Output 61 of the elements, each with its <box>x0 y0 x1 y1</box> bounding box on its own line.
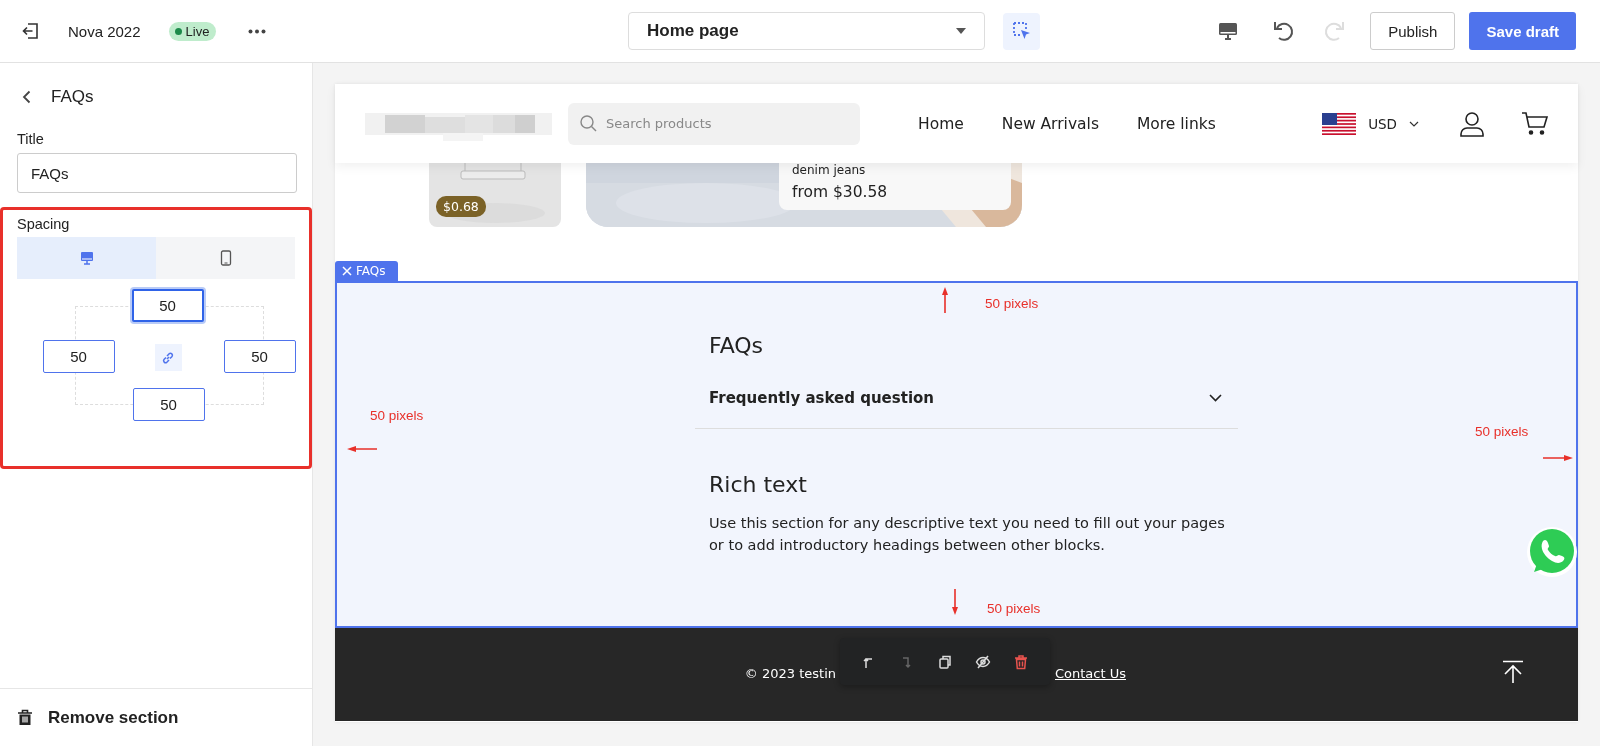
nav-link[interactable]: New Arrivals <box>1001 114 1099 133</box>
user-icon[interactable] <box>1459 110 1485 137</box>
spacing-right-field[interactable]: 50 <box>223 340 296 373</box>
hide-icon[interactable] <box>975 653 991 670</box>
flag-icon <box>1322 112 1357 135</box>
annotation-text: 50 pixels <box>370 408 424 423</box>
annotation-text: 50 pixels <box>985 296 1039 311</box>
more-icon[interactable] <box>248 28 267 34</box>
cart-icon[interactable] <box>1521 111 1548 136</box>
contact-link[interactable]: Contact Us <box>1055 666 1126 681</box>
product-name: denim jeans <box>792 163 867 177</box>
section-tag[interactable]: FAQs <box>335 261 398 281</box>
panel-title: FAQs <box>51 87 94 107</box>
search-icon <box>580 115 597 132</box>
spacing-label: Spacing <box>17 215 71 234</box>
arrow-icon <box>1543 455 1573 461</box>
trash-icon <box>17 709 33 726</box>
copy-icon[interactable] <box>937 653 953 670</box>
rich-text-paragraph: Use this section for any descriptive text you need to fill out your pages or to add introductory headings between other blocks. <box>709 514 1226 555</box>
currency-select[interactable]: USD <box>1322 112 1419 135</box>
chevron-down-icon <box>1409 120 1419 127</box>
status-badge: Live <box>168 21 217 41</box>
faq-question[interactable]: Frequently asked question <box>695 368 1238 429</box>
title-label: Title <box>16 130 45 149</box>
spacing-left-field[interactable]: 50 <box>42 340 115 373</box>
arrow-icon <box>952 589 958 615</box>
copyright-text: © 2023 testin <box>744 666 836 681</box>
arrow-icon <box>942 287 948 313</box>
select-tool-button[interactable] <box>1003 12 1040 50</box>
faq-heading: FAQs <box>709 333 764 358</box>
trash-icon[interactable] <box>1013 653 1029 670</box>
save-draft-button[interactable]: Save draft <box>1469 12 1576 50</box>
back-icon[interactable] <box>22 90 31 104</box>
link-button[interactable] <box>154 344 182 371</box>
exit-icon[interactable] <box>22 22 40 40</box>
page-select[interactable]: Home page <box>628 12 985 50</box>
publish-button[interactable]: Publish <box>1370 12 1456 50</box>
rich-text-heading: Rich text <box>709 472 807 497</box>
title-field[interactable]: FAQs <box>17 153 297 193</box>
close-icon <box>342 266 352 276</box>
desktop-icon[interactable] <box>1218 21 1239 41</box>
chevron-down-icon <box>1209 394 1222 402</box>
product-price: from $30.58 <box>792 183 889 201</box>
spacing-top-field[interactable]: 50 <box>131 289 204 322</box>
whatsapp-icon[interactable] <box>1526 526 1578 578</box>
spacing-bottom-field[interactable]: 50 <box>132 388 205 421</box>
phone-icon <box>219 250 232 266</box>
remove-section-button[interactable]: Remove section <box>0 688 312 746</box>
annotation-text: 50 pixels <box>987 601 1041 616</box>
nav-link[interactable]: More links <box>1136 114 1216 133</box>
store-name: Nova 2022 <box>68 22 141 40</box>
link-icon <box>161 350 175 365</box>
scroll-top-icon[interactable] <box>1502 660 1524 684</box>
nav-link[interactable]: Home <box>918 114 964 133</box>
arrow-icon <box>347 446 377 452</box>
select-area-icon <box>1011 21 1032 41</box>
desktop-icon <box>79 251 94 265</box>
selected-section[interactable] <box>335 281 1578 628</box>
annotation-text: 50 pixels <box>1475 424 1529 439</box>
caret-icon <box>956 28 966 34</box>
price-badge: $0.68 <box>436 196 486 217</box>
